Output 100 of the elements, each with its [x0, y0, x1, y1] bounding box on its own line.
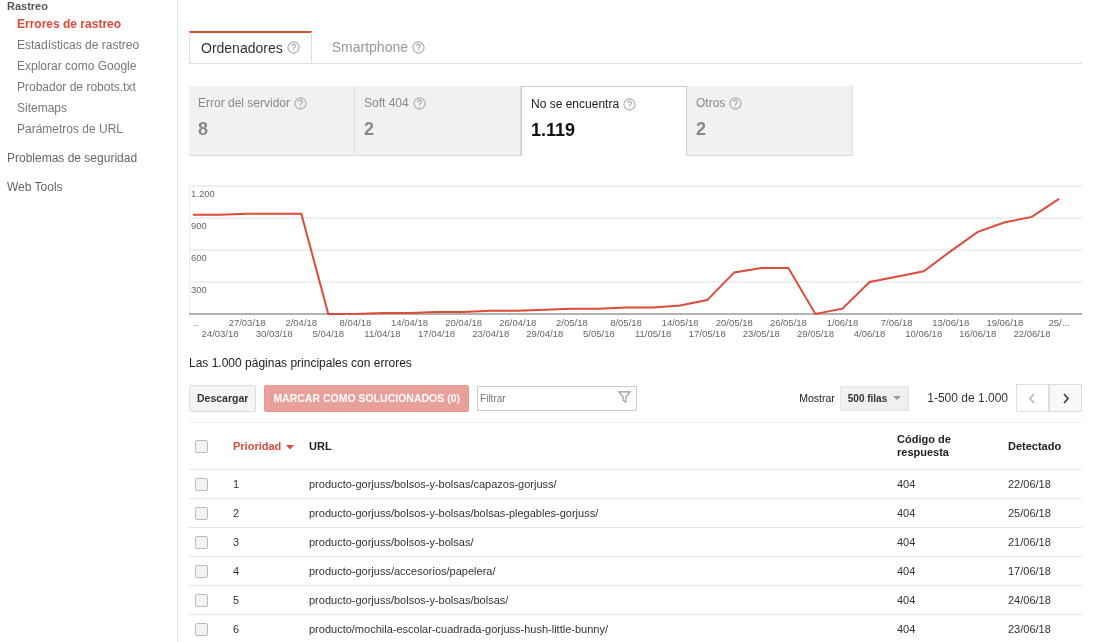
x-axis-label: 25/... [1048, 317, 1070, 328]
sidebar-item[interactable]: Web Tools [0, 178, 63, 196]
column-header[interactable]: Prioridad [233, 440, 282, 452]
column-header[interactable]: Detectado [1008, 440, 1062, 452]
x-axis-label: 20/05/18 [715, 317, 753, 328]
url-link[interactable]: producto-gorjuss/accesorios/papelera/ [309, 565, 496, 577]
response-code-cell: 404 [897, 623, 916, 635]
device-tab[interactable]: Ordenadores [189, 31, 312, 63]
error-category-tab[interactable]: No se encuentra 1.119 [521, 86, 687, 156]
x-axis-label: 23/05/18 [742, 328, 780, 339]
checkbox[interactable] [195, 439, 208, 453]
sidebar-heading[interactable]: Rastreo [7, 0, 48, 12]
help-icon[interactable] [286, 41, 300, 54]
x-axis-label: 7/06/18 [880, 317, 913, 328]
checkbox[interactable] [195, 622, 208, 636]
x-axis-label: 27/03/18 [228, 317, 266, 328]
x-axis-label: 30/03/18 [255, 328, 293, 339]
page-range: 1-500 de 1.000 [927, 391, 1008, 405]
checkbox[interactable] [195, 477, 208, 491]
category-count: 2 [364, 119, 375, 140]
category-label: No se encuentra [531, 97, 620, 111]
x-axis-label: 11/04/18 [364, 328, 401, 339]
category-count: 1.119 [531, 120, 577, 141]
checkbox[interactable] [195, 564, 208, 578]
x-axis-label: 2/04/18 [285, 317, 318, 328]
sidebar-item[interactable]: Problemas de seguridad [0, 149, 138, 167]
download-button[interactable]: Descargar [189, 384, 257, 412]
sidebar-item[interactable]: Probador de robots.txt [0, 77, 136, 98]
x-axis-label: 8/05/18 [610, 317, 642, 328]
date-cell: 21/06/18 [1008, 536, 1051, 548]
rows-dropdown[interactable]: 500 filas [839, 385, 910, 411]
y-axis-label: 900 [191, 220, 207, 232]
column-header[interactable]: URL [309, 440, 332, 452]
category-label: Soft 404 [364, 96, 409, 110]
response-code-cell: 404 [897, 507, 916, 519]
column-header[interactable]: Código de respuesta [897, 433, 967, 459]
help-icon[interactable] [412, 40, 425, 54]
priority-cell: 6 [233, 623, 240, 635]
help-icon[interactable] [729, 96, 743, 110]
sidebar-item[interactable]: Parámetros de URL [0, 119, 124, 140]
x-axis-label: .. [193, 317, 199, 328]
date-cell: 22/06/18 [1008, 478, 1051, 490]
url-link[interactable]: producto/mochila-escolar-cuadrada-gorjuss-hush-little-bunny/ [309, 623, 608, 635]
x-axis-label: 29/04/18 [526, 328, 564, 339]
category-count: 8 [198, 119, 209, 140]
previous-page-button[interactable] [1016, 384, 1049, 412]
x-axis-label: 24/03/18 [201, 328, 239, 339]
sidebar-item[interactable]: Sitemaps [0, 98, 68, 119]
priority-cell: 4 [233, 565, 240, 577]
response-code-cell: 404 [897, 565, 916, 577]
priority-cell: 1 [233, 478, 240, 490]
url-link[interactable]: producto-gorjuss/bolsos-y-bolsas/ [309, 536, 474, 548]
x-axis-label: 22/06/18 [1013, 328, 1051, 339]
x-axis-label: 2/05/18 [556, 317, 588, 328]
x-axis-label: 26/05/18 [769, 317, 807, 328]
x-axis-label: 19/06/18 [986, 317, 1024, 328]
x-axis-label: 5/05/18 [583, 328, 615, 339]
help-icon[interactable] [623, 97, 637, 111]
x-axis-label: 14/04/18 [391, 317, 428, 328]
x-axis-label: 26/04/18 [499, 317, 537, 328]
sidebar-item[interactable]: Explorar como Google [0, 56, 137, 77]
checkbox[interactable] [195, 535, 208, 549]
priority-cell: 2 [233, 507, 240, 519]
x-axis-label: 29/05/18 [796, 328, 834, 339]
response-code-cell: 404 [897, 536, 916, 548]
priority-cell: 5 [233, 594, 240, 606]
show-label: Mostrar [799, 392, 835, 404]
x-axis-label: 5/04/18 [312, 328, 345, 339]
response-code-cell: 404 [897, 478, 916, 490]
url-link[interactable]: producto-gorjuss/bolsos-y-bolsas/bolsas-plegables-gorjuss/ [309, 507, 599, 519]
x-axis-label: 17/04/18 [418, 328, 456, 339]
x-axis-label: 10/06/18 [905, 328, 943, 339]
sidebar-item[interactable]: Errores de rastreo [0, 14, 122, 35]
url-link[interactable]: producto-gorjuss/bolsos-y-bolsas/bolsas/ [309, 594, 509, 606]
url-link[interactable]: producto-gorjuss/bolsos-y-bolsas/capazos-gorjuss/ [309, 478, 557, 490]
chevron-right-icon [1062, 392, 1069, 404]
x-axis-label: 14/05/18 [661, 317, 699, 328]
category-count: 2 [696, 119, 707, 140]
sidebar-item[interactable]: Estadísticas de rastreo [0, 35, 140, 56]
help-icon[interactable] [412, 96, 426, 110]
sort-arrow-icon[interactable] [286, 444, 295, 450]
next-page-button[interactable] [1049, 384, 1082, 412]
chevron-left-icon [1029, 392, 1036, 404]
date-cell: 25/06/18 [1008, 507, 1051, 519]
date-cell: 17/06/18 [1008, 565, 1051, 577]
filter-field[interactable]: Filtrar [477, 385, 638, 411]
x-axis-label: 13/06/18 [932, 317, 970, 328]
category-label: Otros [696, 96, 726, 110]
priority-cell: 3 [233, 536, 240, 548]
checkbox[interactable] [195, 506, 208, 520]
table-title: Las 1.000 páginas principales con errores [189, 356, 413, 370]
x-axis-label: 4/06/18 [853, 328, 886, 339]
y-axis-label: 600 [191, 252, 207, 264]
y-axis-label: 1.200 [191, 188, 215, 200]
x-axis-label: 1/06/18 [826, 317, 859, 328]
date-cell: 24/06/18 [1008, 594, 1051, 606]
filter-icon[interactable] [618, 390, 632, 404]
checkbox[interactable] [195, 593, 208, 607]
help-icon[interactable] [294, 96, 308, 110]
x-axis-label: 20/04/18 [445, 317, 483, 328]
